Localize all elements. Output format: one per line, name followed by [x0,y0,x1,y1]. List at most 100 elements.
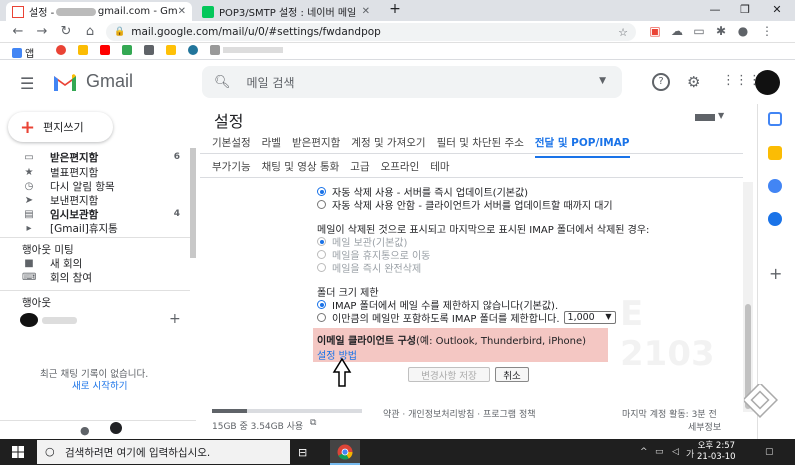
bookmark-item[interactable] [78,45,91,55]
cancel-button[interactable]: 취소 [495,367,529,382]
tab-accounts[interactable]: 계정 및 가져오기 [351,135,425,158]
hangouts-add-icon[interactable]: + [169,311,181,327]
keep-icon[interactable] [768,146,782,160]
tab-offline[interactable]: 오프라인 [381,159,420,174]
radio-button[interactable] [317,250,326,259]
back-icon[interactable]: ← [10,24,26,39]
bookmark-item[interactable] [166,45,179,55]
puzzle-icon[interactable]: ✱ [712,24,730,38]
bookmark-item[interactable] [188,45,201,55]
hangouts-avatar[interactable] [20,313,38,327]
join-meeting-item[interactable]: ⌨ 회의 참여 [0,270,190,284]
help-icon[interactable]: ? [652,73,670,91]
folder-limit-radio[interactable]: 이만큼의 메일만 포함하도록 IMAP 폴더를 제한합니다. 1,000 ▼ [317,310,616,325]
bookmark-item[interactable] [100,45,113,55]
ime-icon[interactable]: 가 [686,447,694,460]
home-icon[interactable]: ⌂ [82,24,98,39]
volume-icon[interactable]: ◁ [672,447,679,457]
close-icon[interactable]: ✕ [178,6,186,17]
person-icon[interactable]: ● [80,424,90,437]
sidebar-item-sent[interactable]: ➤ 보낸편지함 [0,193,190,207]
search-input[interactable]: 메일 검색 [247,74,295,91]
contacts-icon[interactable] [768,212,782,226]
sidebar-item-snoozed[interactable]: ◷ 다시 알림 항목 [0,179,190,193]
taskbar-clock[interactable]: 오후 2:57 21-03-10 [697,441,736,463]
account-avatar[interactable] [755,70,780,95]
settings-tabs-row2: 부가기능 채팅 및 영상 통화 고급 오프라인 테마 [212,159,461,174]
tab-inbox[interactable]: 받은편지함 [292,135,340,158]
new-tab-button[interactable]: + [380,1,410,17]
tab-labels[interactable]: 라벨 [262,135,281,158]
cloud-icon[interactable]: ☁ [668,24,686,38]
expunge-manual-radio[interactable]: 자동 삭제 사용 안함 - 클라이언트가 서버를 업데이트할 때까지 대기 [317,197,613,212]
sidebar-item-inbox[interactable]: ▭ 받은편지함 6 [0,150,190,164]
chat-bubble-icon[interactable] [110,422,122,434]
chevron-down-icon[interactable]: ▼ [718,111,724,120]
radio-button[interactable] [317,200,326,209]
policy-links[interactable]: 약관 · 개인정보처리방침 · 프로그램 정책 [383,407,536,420]
details-link[interactable]: 세부정보 [688,420,721,433]
task-view-icon[interactable]: ⊟ [298,446,307,459]
taskbar-search-input[interactable]: ○ 검색하려면 여기에 입력하십시오. [37,440,290,464]
reload-icon[interactable]: ↻ [58,24,74,39]
scroll-arrow-icon[interactable] [744,384,778,418]
tab-filters[interactable]: 필터 및 차단된 주소 [437,135,524,158]
address-bar[interactable]: 🔒 mail.google.com/mail/u/0/#settings/fwd… [106,23,636,41]
window-close-icon[interactable]: ✕ [762,3,792,16]
tab-general[interactable]: 기본설정 [212,135,251,158]
extension-icon[interactable]: ▭ [690,24,708,38]
gmail-logo[interactable]: Gmail [52,71,133,92]
search-options-icon[interactable]: ▼ [599,76,606,86]
tab-forwarding-pop-imap[interactable]: 전달 및 POP/IMAP [534,135,630,158]
radio-button[interactable] [317,263,326,272]
menu-dots-icon[interactable]: ⋮ [758,24,776,38]
apps-bookmark[interactable]: 앱 [12,45,34,60]
compose-button[interactable]: + 편지쓰기 [8,112,113,142]
radio-button[interactable] [317,300,326,309]
bookmark-item[interactable] [210,45,283,55]
radio-button[interactable] [317,237,326,246]
close-icon[interactable]: ✕ [362,6,370,17]
input-tools-icon[interactable] [695,114,715,121]
start-chat-link[interactable]: 새로 시작하기 [72,378,127,392]
external-link-icon[interactable]: ⧉ [310,418,316,428]
profile-icon[interactable]: ● [734,24,752,38]
folder-limit-select[interactable]: 1,000 ▼ [563,311,616,324]
new-meeting-item[interactable]: ■ 새 회의 [0,256,190,270]
bookmark-item[interactable] [122,45,135,55]
search-bar[interactable]: 🔍︎ 메일 검색 ▼ [202,66,622,98]
minimize-icon[interactable]: — [700,3,730,16]
tab-themes[interactable]: 테마 [430,159,449,174]
bookmark-item[interactable] [56,45,69,55]
tab-advanced[interactable]: 고급 [350,159,369,174]
forward-icon[interactable]: → [34,24,50,39]
browser-tab-gmail[interactable]: 설정 - gmail.com - Gm ✕ [6,2,192,21]
extension-icon[interactable]: ▣ [646,24,664,38]
sidebar-item-drafts[interactable]: ▤ 임시보관함 4 [0,207,190,221]
bookmark-favicon-icon [56,45,66,55]
restore-icon[interactable]: ❐ [730,3,760,16]
sidebar-item-starred[interactable]: ★ 별표편지함 [0,165,190,179]
tab-addons[interactable]: 부가기능 [212,159,251,174]
search-icon[interactable]: 🔍︎ [214,75,231,90]
taskbar-chrome-button[interactable] [330,440,360,465]
bookmark-item[interactable] [144,45,157,55]
tasks-icon[interactable] [768,179,782,193]
notification-icon[interactable]: ▢ [765,447,774,457]
main-menu-icon[interactable]: ☰ [20,74,34,93]
calendar-icon[interactable] [768,112,782,126]
add-addon-icon[interactable]: + [769,264,782,283]
tab-chat-meet[interactable]: 채팅 및 영상 통화 [262,159,340,174]
sidebar-scrollbar[interactable] [190,148,196,258]
radio-button[interactable] [317,187,326,196]
bookmark-star-icon[interactable]: ☆ [618,26,628,39]
windows-start-icon[interactable] [12,446,24,458]
deleted-delete-radio[interactable]: 메일을 즉시 완전삭제 [317,260,421,275]
tray-up-icon[interactable]: ^ [640,447,648,457]
network-icon[interactable]: ▭ [655,447,664,457]
save-changes-button[interactable]: 변경사항 저장 [408,367,490,382]
settings-gear-icon[interactable]: ⚙ [687,73,700,91]
browser-tab-naver[interactable]: POP3/SMTP 설정 : 네이버 메일 ✕ [196,2,376,21]
radio-button[interactable] [317,313,326,322]
sidebar-item-trash[interactable]: ▸ [Gmail]휴지통 [0,221,190,235]
